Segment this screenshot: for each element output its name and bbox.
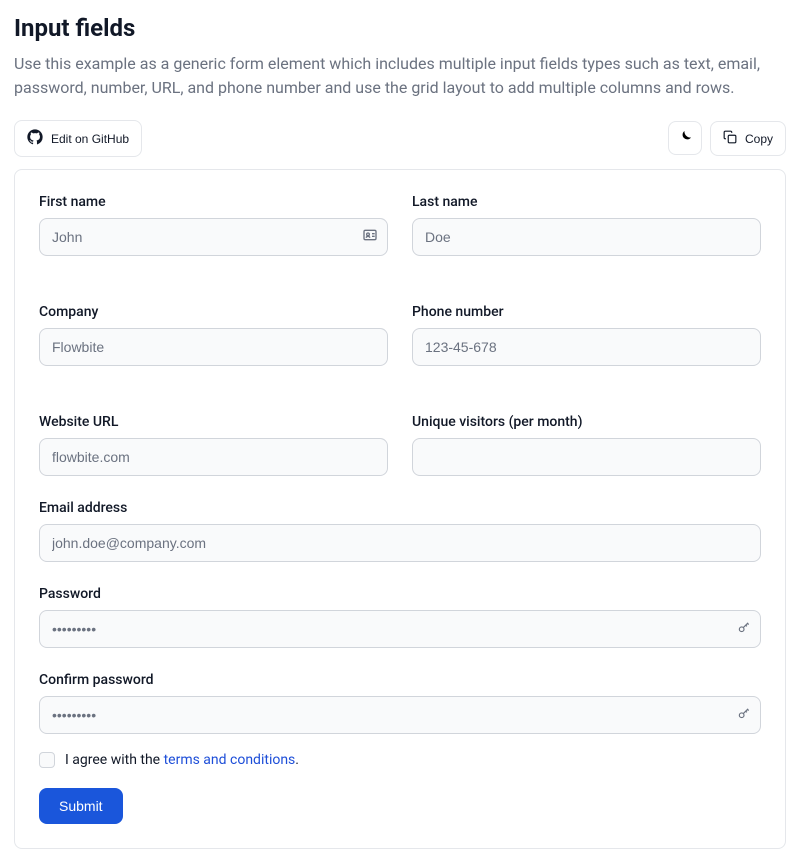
page-description: Use this example as a generic form eleme… bbox=[14, 52, 786, 100]
terms-text-suffix: . bbox=[295, 752, 299, 768]
password-input[interactable] bbox=[39, 610, 761, 648]
terms-checkbox[interactable] bbox=[39, 752, 55, 768]
confirm-password-input[interactable] bbox=[39, 696, 761, 734]
submit-button[interactable]: Submit bbox=[39, 788, 123, 824]
password-label: Password bbox=[39, 586, 761, 602]
edit-github-button[interactable]: Edit on GitHub bbox=[14, 120, 142, 157]
dark-mode-button[interactable] bbox=[668, 121, 702, 155]
last-name-input[interactable] bbox=[412, 218, 761, 256]
website-input[interactable] bbox=[39, 438, 388, 476]
terms-label: I agree with the terms and conditions. bbox=[65, 752, 299, 768]
visitors-label: Unique visitors (per month) bbox=[412, 414, 761, 430]
phone-input[interactable] bbox=[412, 328, 761, 366]
terms-text-prefix: I agree with the bbox=[65, 752, 164, 768]
email-label: Email address bbox=[39, 500, 761, 516]
company-input[interactable] bbox=[39, 328, 388, 366]
website-label: Website URL bbox=[39, 414, 388, 430]
visitors-input[interactable] bbox=[412, 438, 761, 476]
company-label: Company bbox=[39, 304, 388, 320]
copy-label: Copy bbox=[745, 132, 773, 146]
page-title: Input fields bbox=[14, 14, 786, 42]
form-container: First name Last name Company Phone numbe… bbox=[14, 169, 786, 849]
moon-icon bbox=[677, 129, 693, 148]
copy-button[interactable]: Copy bbox=[710, 121, 786, 156]
toolbar: Edit on GitHub Copy bbox=[14, 120, 786, 157]
terms-link[interactable]: terms and conditions bbox=[164, 752, 296, 768]
last-name-label: Last name bbox=[412, 194, 761, 210]
confirm-password-label: Confirm password bbox=[39, 672, 761, 688]
first-name-input[interactable] bbox=[39, 218, 388, 256]
email-input[interactable] bbox=[39, 524, 761, 562]
copy-icon bbox=[723, 130, 737, 147]
first-name-label: First name bbox=[39, 194, 388, 210]
phone-label: Phone number bbox=[412, 304, 761, 320]
edit-github-label: Edit on GitHub bbox=[51, 132, 129, 146]
github-icon bbox=[27, 129, 43, 148]
